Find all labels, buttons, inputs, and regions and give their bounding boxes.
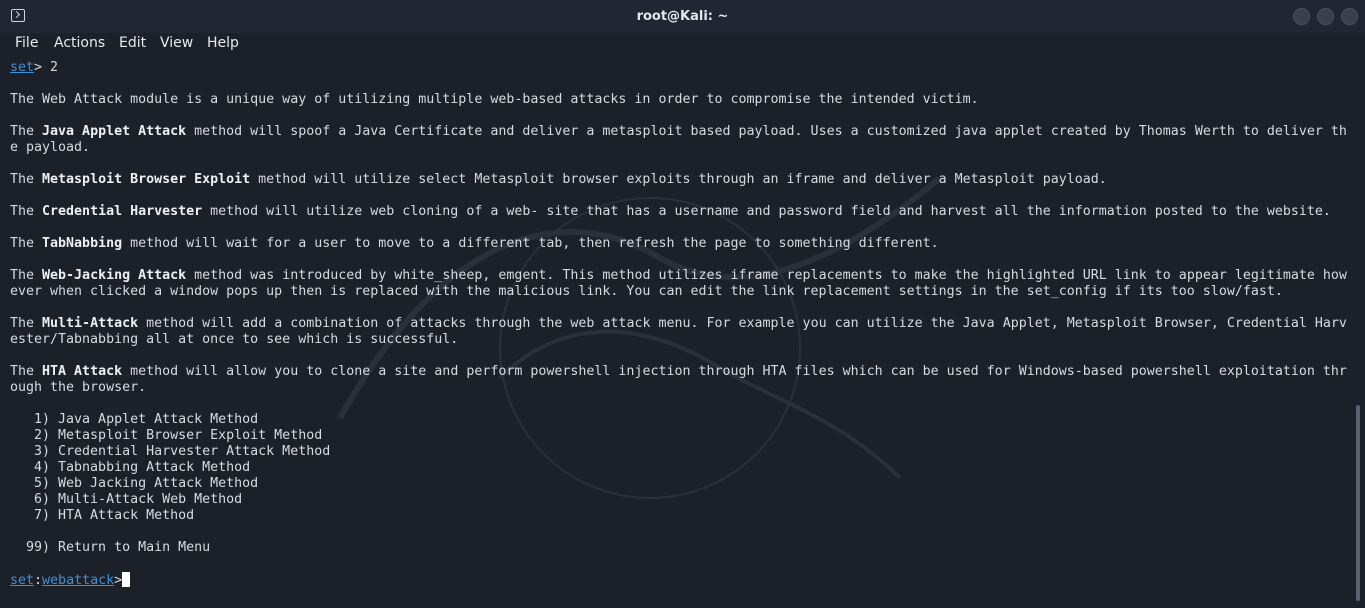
cred-desc-line: The Credential Harvester method will uti… <box>10 204 1331 220</box>
menu-option: 4) Tabnabbing Attack Method <box>10 460 251 475</box>
menu-option: 5) Web Jacking Attack Method <box>10 476 259 491</box>
menu-option: 6) Multi-Attack Web Method <box>10 492 243 507</box>
cred-desc: method will utilize web cloning of a web… <box>202 204 1331 219</box>
java-desc-line-1: The Java Applet Attack method will spoof… <box>10 124 1347 140</box>
msf-pre: The <box>10 172 43 187</box>
terminal-window: root@Kali: ~ File Actions Edit View Help… <box>0 0 1365 608</box>
menu-edit[interactable]: Edit <box>119 35 146 51</box>
menu-option: 2) Metasploit Browser Exploit Method <box>10 428 323 443</box>
scrollbar-thumb[interactable] <box>1356 405 1360 601</box>
menu-actions[interactable]: Actions <box>54 35 105 51</box>
maximize-button[interactable] <box>1317 8 1334 25</box>
tab-method-name: TabNabbing <box>42 236 123 251</box>
jack-desc-line-2: ever when clicked a window pops up then … <box>10 284 1283 299</box>
prompt-input: > 2 <box>34 60 59 75</box>
menu-option: 3) Credential Harvester Attack Method <box>10 444 331 459</box>
module-prompt-label: webattack <box>42 573 115 588</box>
prompt-gt: > <box>114 573 123 588</box>
title-bar[interactable]: root@Kali: ~ <box>0 0 1365 33</box>
set-prompt-label: set <box>10 60 35 75</box>
prompt-colon: : <box>34 573 43 588</box>
prompt-line-1: set> 2 <box>10 60 58 76</box>
jack-desc-line-1: The Web-Jacking Attack method was introd… <box>10 268 1347 284</box>
text-cursor <box>122 572 131 587</box>
menu-option: 7) HTA Attack Method <box>10 508 195 523</box>
return-option: 99) Return to Main Menu <box>10 540 211 555</box>
multi-desc: method will add a combination of attacks… <box>138 316 1347 331</box>
msf-method-name: Metasploit Browser Exploit <box>42 172 251 187</box>
hta-desc-line-1: The HTA Attack method will allow you to … <box>10 364 1347 380</box>
jack-method-name: Web-Jacking Attack <box>42 268 187 283</box>
cred-pre: The <box>10 204 43 219</box>
close-button[interactable] <box>1341 8 1358 25</box>
menu-file[interactable]: File <box>15 35 38 51</box>
terminal-output[interactable]: set> 2 The Web Attack module is a unique… <box>0 58 1350 608</box>
msf-desc-line: The Metasploit Browser Exploit method wi… <box>10 172 1107 188</box>
menu-bar: File Actions Edit View Help <box>0 33 1365 58</box>
hta-desc-line-2: ough the browser. <box>10 380 147 395</box>
java-desc: method will spoof a Java Certificate and… <box>186 124 1347 139</box>
java-method-name: Java Applet Attack <box>42 124 187 139</box>
tab-desc: method will wait for a user to move to a… <box>122 236 939 251</box>
hta-method-name: HTA Attack <box>42 364 123 379</box>
set-prompt-label: set <box>10 573 35 588</box>
multi-method-name: Multi-Attack <box>42 316 139 331</box>
minimize-button[interactable] <box>1293 8 1310 25</box>
menu-option: 1) Java Applet Attack Method <box>10 412 259 427</box>
hta-pre: The <box>10 364 43 379</box>
java-desc-line-2: e payload. <box>10 140 91 155</box>
multi-desc-line-1: The Multi-Attack method will add a combi… <box>10 316 1347 332</box>
cred-method-name: Credential Harvester <box>42 204 203 219</box>
multi-pre: The <box>10 316 43 331</box>
jack-pre: The <box>10 268 43 283</box>
menu-view[interactable]: View <box>160 35 193 51</box>
intro-text: The Web Attack module is a unique way of… <box>10 92 979 107</box>
java-pre: The <box>10 124 43 139</box>
tab-desc-line: The TabNabbing method will wait for a us… <box>10 236 939 252</box>
jack-desc: method was introduced by white_sheep, em… <box>186 268 1347 283</box>
hta-desc: method will allow you to clone a site an… <box>122 364 1347 379</box>
multi-desc-line-2: ester/Tabnabbing all at once to see whic… <box>10 332 459 347</box>
prompt-line-2[interactable]: set:webattack> <box>10 572 131 589</box>
menu-help[interactable]: Help <box>207 35 239 51</box>
tab-pre: The <box>10 236 43 251</box>
msf-desc: method will utilize select Metasploit br… <box>250 172 1107 187</box>
window-title: root@Kali: ~ <box>636 9 729 24</box>
